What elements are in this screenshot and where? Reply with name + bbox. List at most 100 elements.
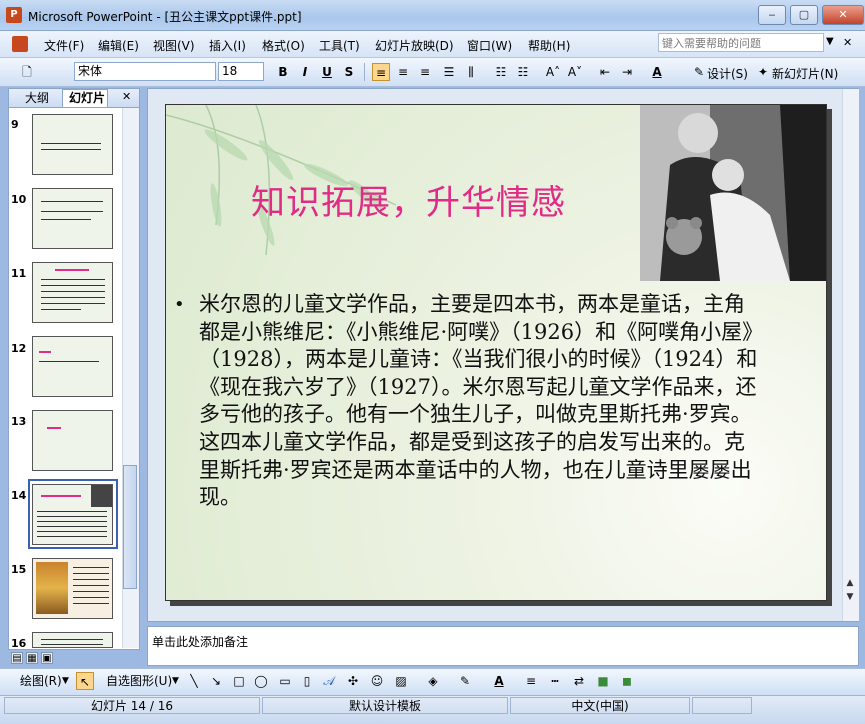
document-icon[interactable] bbox=[12, 36, 28, 52]
menu-insert[interactable]: 插入(I) bbox=[209, 37, 246, 54]
menu-edit[interactable]: 编辑(E) bbox=[98, 37, 139, 54]
arrow-icon[interactable]: ↘ bbox=[208, 672, 224, 690]
menu-help[interactable]: 帮助(H) bbox=[528, 37, 570, 54]
italic-button[interactable]: I bbox=[296, 63, 314, 81]
slide-number: 13 bbox=[11, 415, 27, 428]
slide-title[interactable]: 知识拓展，升华情感 bbox=[251, 175, 566, 224]
shadow-button[interactable]: S bbox=[340, 63, 358, 81]
window-title: Microsoft PowerPoint - [丑公主课文ppt课件.ppt] bbox=[28, 10, 302, 24]
panel-close-icon[interactable]: ✕ bbox=[122, 90, 131, 103]
next-slide-icon[interactable]: ▼ bbox=[842, 590, 858, 604]
fill-color-icon[interactable]: ◈ bbox=[424, 672, 442, 690]
shadow-style-icon[interactable]: ■ bbox=[594, 672, 612, 690]
menu-view[interactable]: 视图(V) bbox=[153, 37, 195, 54]
3d-style-icon[interactable]: ◼ bbox=[618, 672, 636, 690]
bold-button[interactable]: B bbox=[274, 63, 292, 81]
dash-style-icon[interactable]: ┅ bbox=[546, 672, 564, 690]
slide-sorter-view-icon[interactable]: ▦ bbox=[26, 652, 38, 664]
slides-panel-scroll-thumb[interactable] bbox=[123, 465, 137, 589]
align-center-icon[interactable]: ≡ bbox=[394, 63, 412, 81]
line-icon[interactable]: ╲ bbox=[186, 672, 202, 690]
autoshapes-button[interactable]: 自选图形(U) bbox=[106, 672, 172, 690]
author-photo[interactable] bbox=[640, 105, 826, 281]
autoshapes-dropdown-icon[interactable]: ▼ bbox=[172, 672, 179, 690]
line-style-icon[interactable]: ≡ bbox=[522, 672, 540, 690]
notes-placeholder[interactable]: 单击此处添加备注 bbox=[152, 633, 248, 650]
increase-font-icon[interactable]: A˄ bbox=[544, 63, 562, 81]
picture-icon[interactable]: ▨ bbox=[392, 672, 410, 690]
menu-slideshow[interactable]: 幻灯片放映(D) bbox=[375, 37, 454, 54]
draw-menu-button[interactable]: 绘图(R) bbox=[20, 672, 62, 690]
author-photo-illustration bbox=[640, 105, 826, 281]
slide-number: 11 bbox=[11, 267, 27, 280]
status-empty-cell bbox=[692, 697, 752, 714]
draw-font-color-icon[interactable]: A bbox=[490, 672, 508, 690]
textbox-icon[interactable]: ▭ bbox=[276, 672, 294, 690]
slide-thumbnail-12[interactable] bbox=[32, 336, 113, 397]
menu-format[interactable]: 格式(O) bbox=[262, 37, 305, 54]
font-color-icon[interactable]: A bbox=[648, 63, 666, 81]
decrease-indent-icon[interactable]: ⇤ bbox=[596, 63, 614, 81]
tab-slides[interactable]: 幻灯片 bbox=[69, 90, 105, 106]
slide-number: 12 bbox=[11, 342, 27, 355]
slide-number: 16 bbox=[11, 637, 27, 650]
slide-thumbnail-15[interactable] bbox=[32, 558, 113, 619]
draw-dropdown-icon[interactable]: ▼ bbox=[62, 672, 69, 690]
menu-file[interactable]: 文件(F) bbox=[44, 37, 84, 54]
slide-thumbnail-14[interactable] bbox=[32, 484, 113, 545]
bullet-point: • bbox=[174, 294, 185, 315]
align-right-icon[interactable]: ≡ bbox=[416, 63, 434, 81]
help-search-input[interactable]: 键入需要帮助的问题 bbox=[658, 33, 824, 52]
slide-thumbnail-11[interactable] bbox=[32, 262, 113, 323]
restore-button[interactable]: ▢ bbox=[790, 5, 818, 25]
clipart-icon[interactable]: ☺ bbox=[368, 672, 386, 690]
normal-view-icon[interactable]: ▤ bbox=[11, 652, 23, 664]
arrow-style-icon[interactable]: ⇄ bbox=[570, 672, 588, 690]
minimize-button[interactable]: ‒ bbox=[758, 5, 786, 25]
rectangle-icon[interactable]: □ bbox=[230, 672, 248, 690]
numbering-icon[interactable]: ☷ bbox=[492, 63, 510, 81]
toolbar-separator bbox=[364, 63, 365, 81]
close-button[interactable]: ✕ bbox=[822, 5, 864, 25]
font-name-select[interactable]: 宋体 bbox=[74, 62, 216, 81]
new-document-icon[interactable]: 🗋 bbox=[18, 63, 36, 81]
powerpoint-icon[interactable]: P bbox=[6, 7, 22, 23]
close-document-icon[interactable]: ✕ bbox=[843, 36, 852, 49]
design-button[interactable]: 设计(S) bbox=[707, 65, 748, 82]
diagram-icon[interactable]: ✣ bbox=[344, 672, 362, 690]
bullets-icon[interactable]: ☷ bbox=[514, 63, 532, 81]
slide-thumbnail-10[interactable] bbox=[32, 188, 113, 249]
tab-outline[interactable]: 大纲 bbox=[25, 90, 49, 106]
slide-thumbnail-9[interactable] bbox=[32, 114, 113, 175]
design-template-name[interactable]: 默认设计模板 bbox=[262, 697, 508, 714]
menu-tools[interactable]: 工具(T) bbox=[319, 37, 360, 54]
menu-window[interactable]: 窗口(W) bbox=[467, 37, 512, 54]
slide-thumbnail-16[interactable] bbox=[32, 632, 113, 648]
underline-button[interactable]: U bbox=[318, 63, 336, 81]
slide-thumbnail-13[interactable] bbox=[32, 410, 113, 471]
increase-indent-icon[interactable]: ⇥ bbox=[618, 63, 636, 81]
vertical-textbox-icon[interactable]: ▯ bbox=[298, 672, 316, 690]
slide-number: 14 bbox=[11, 489, 27, 502]
design-icon[interactable]: ✎ bbox=[690, 63, 708, 81]
line-color-icon[interactable]: ✎ bbox=[456, 672, 474, 690]
previous-slide-icon[interactable]: ▲ bbox=[842, 576, 858, 590]
current-slide[interactable]: 知识拓展，升华情感 • 米尔恩的儿童文学作品，主要是四本书，两本是童话，主角都是… bbox=[165, 104, 827, 601]
slide-number: 15 bbox=[11, 563, 27, 576]
slide-scrollbar[interactable] bbox=[842, 89, 859, 621]
new-slide-button[interactable]: 新幻灯片(N) bbox=[772, 65, 838, 82]
notes-pane[interactable] bbox=[147, 626, 859, 666]
wordart-icon[interactable]: 𝒜 bbox=[320, 672, 338, 690]
distribute-icon[interactable]: ☰ bbox=[440, 63, 458, 81]
slideshow-view-icon[interactable]: ▣ bbox=[41, 652, 53, 664]
align-left-icon[interactable]: ≡ bbox=[372, 63, 390, 81]
body-paragraph[interactable]: 米尔恩的儿童文学作品，主要是四本书，两本是童话，主角都是小熊维尼：《小熊维尼·阿… bbox=[199, 291, 761, 512]
decrease-font-icon[interactable]: A˅ bbox=[566, 63, 584, 81]
text-direction-icon[interactable]: ⫼ bbox=[462, 63, 480, 81]
help-dropdown-icon[interactable]: ▼ bbox=[826, 36, 834, 47]
select-objects-icon[interactable]: ↖ bbox=[76, 672, 94, 690]
oval-icon[interactable]: ◯ bbox=[252, 672, 270, 690]
language-indicator[interactable]: 中文(中国) bbox=[510, 697, 690, 714]
new-slide-icon[interactable]: ✦ bbox=[754, 63, 772, 81]
font-size-select[interactable]: 18 bbox=[218, 62, 264, 81]
